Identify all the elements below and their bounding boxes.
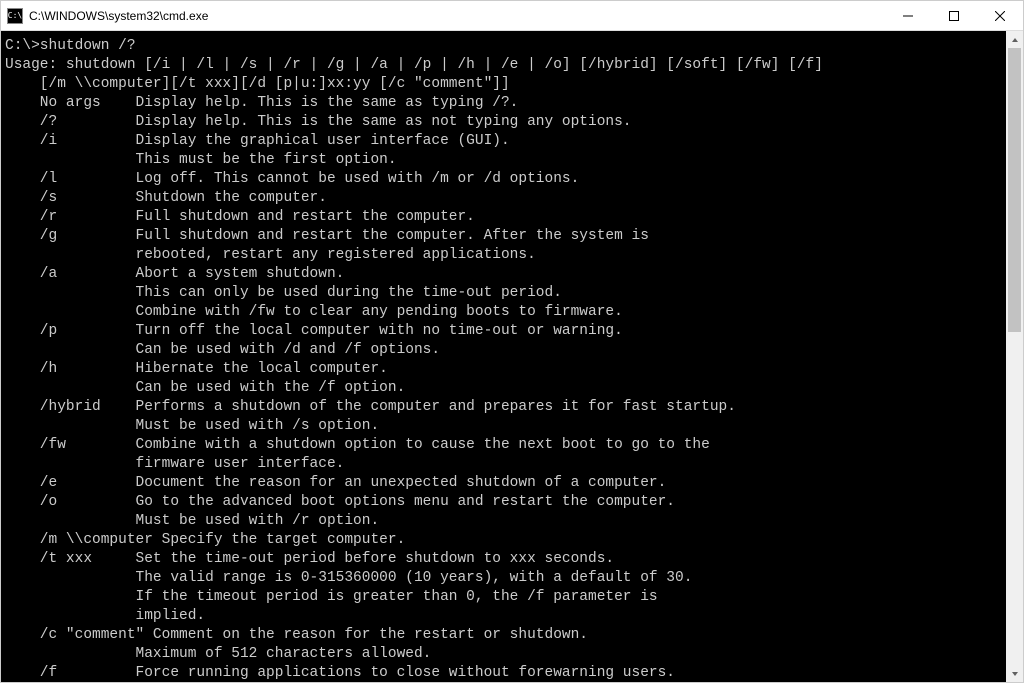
help-line: /r Full shutdown and restart the compute… bbox=[5, 208, 1002, 227]
minimize-button[interactable] bbox=[885, 1, 931, 30]
help-line: /g Full shutdown and restart the compute… bbox=[5, 227, 1002, 246]
help-line: No args Display help. This is the same a… bbox=[5, 94, 1002, 113]
maximize-icon bbox=[949, 11, 959, 21]
help-line: /hybrid Performs a shutdown of the compu… bbox=[5, 398, 1002, 417]
help-line: Must be used with /s option. bbox=[5, 417, 1002, 436]
chevron-up-icon bbox=[1011, 36, 1019, 44]
help-line: /s Shutdown the computer. bbox=[5, 189, 1002, 208]
help-line: rebooted, restart any registered applica… bbox=[5, 246, 1002, 265]
help-line: /m \\computer Specify the target compute… bbox=[5, 531, 1002, 550]
help-line: /t xxx Set the time-out period before sh… bbox=[5, 550, 1002, 569]
help-line: /i Display the graphical user interface … bbox=[5, 132, 1002, 151]
window-title: C:\WINDOWS\system32\cmd.exe bbox=[29, 9, 208, 23]
help-line: Can be used with /d and /f options. bbox=[5, 341, 1002, 360]
help-line: Must be used with /r option. bbox=[5, 512, 1002, 531]
titlebar-left: C:\ C:\WINDOWS\system32\cmd.exe bbox=[1, 8, 208, 24]
usage-line: Usage: shutdown [/i | /l | /s | /r | /g … bbox=[5, 56, 1002, 75]
help-line: This can only be used during the time-ou… bbox=[5, 284, 1002, 303]
scroll-thumb[interactable] bbox=[1008, 48, 1021, 332]
scroll-down-button[interactable] bbox=[1006, 665, 1023, 682]
maximize-button[interactable] bbox=[931, 1, 977, 30]
help-line: This must be the first option. bbox=[5, 151, 1002, 170]
chevron-down-icon bbox=[1011, 670, 1019, 678]
window-controls bbox=[885, 1, 1023, 30]
help-line: /fw Combine with a shutdown option to ca… bbox=[5, 436, 1002, 455]
help-line: /f Force running applications to close w… bbox=[5, 664, 1002, 682]
cmd-icon: C:\ bbox=[7, 8, 23, 24]
terminal-container: C:\>shutdown /?Usage: shutdown [/i | /l … bbox=[1, 31, 1023, 682]
help-line: /c "comment" Comment on the reason for t… bbox=[5, 626, 1002, 645]
help-line: /e Document the reason for an unexpected… bbox=[5, 474, 1002, 493]
terminal-output[interactable]: C:\>shutdown /?Usage: shutdown [/i | /l … bbox=[1, 31, 1006, 682]
help-line: /h Hibernate the local computer. bbox=[5, 360, 1002, 379]
help-line: Can be used with the /f option. bbox=[5, 379, 1002, 398]
prompt-line: C:\>shutdown /? bbox=[5, 37, 1002, 56]
close-button[interactable] bbox=[977, 1, 1023, 30]
vertical-scrollbar[interactable] bbox=[1006, 31, 1023, 682]
help-line: /a Abort a system shutdown. bbox=[5, 265, 1002, 284]
help-line: Combine with /fw to clear any pending bo… bbox=[5, 303, 1002, 322]
help-line: firmware user interface. bbox=[5, 455, 1002, 474]
help-line: Maximum of 512 characters allowed. bbox=[5, 645, 1002, 664]
help-line: The valid range is 0-315360000 (10 years… bbox=[5, 569, 1002, 588]
close-icon bbox=[995, 11, 1005, 21]
help-line: /p Turn off the local computer with no t… bbox=[5, 322, 1002, 341]
help-line: If the timeout period is greater than 0,… bbox=[5, 588, 1002, 607]
minimize-icon bbox=[903, 11, 913, 21]
scroll-up-button[interactable] bbox=[1006, 31, 1023, 48]
help-line: /o Go to the advanced boot options menu … bbox=[5, 493, 1002, 512]
window-titlebar: C:\ C:\WINDOWS\system32\cmd.exe bbox=[1, 1, 1023, 31]
help-line: /? Display help. This is the same as not… bbox=[5, 113, 1002, 132]
scroll-track[interactable] bbox=[1006, 48, 1023, 665]
help-line: implied. bbox=[5, 607, 1002, 626]
usage-line: [/m \\computer][/t xxx][/d [p|u:]xx:yy [… bbox=[5, 75, 1002, 94]
help-line: /l Log off. This cannot be used with /m … bbox=[5, 170, 1002, 189]
